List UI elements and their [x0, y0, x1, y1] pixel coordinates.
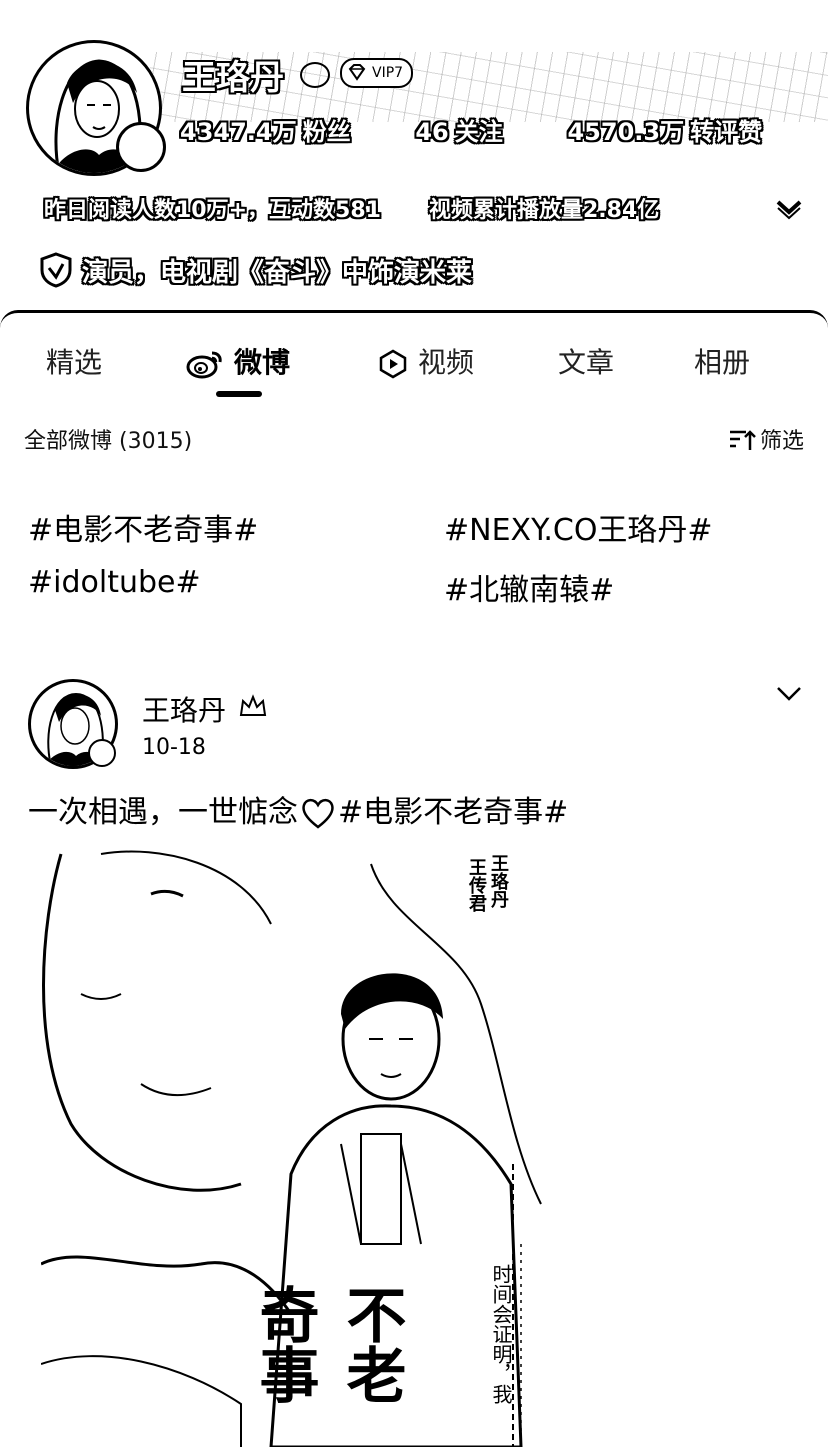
- following-count[interactable]: 46: [415, 118, 448, 146]
- reposts-count[interactable]: 4570.3万: [567, 118, 684, 146]
- tab-album[interactable]: 相册: [694, 341, 750, 381]
- tab-video[interactable]: 视频: [378, 341, 474, 381]
- post-author-name[interactable]: 王珞丹: [142, 689, 226, 729]
- topic-link[interactable]: #NEXY.CO王珞丹#: [444, 505, 713, 549]
- followers-label: 粉丝: [302, 118, 351, 146]
- tab-label: 文章: [558, 346, 615, 379]
- vip-badge[interactable]: VIP7: [340, 58, 414, 88]
- profile-info-line: 昨日阅读人数10万+，互动数581 视频累计播放量2.84亿: [44, 192, 659, 224]
- post-text-main: 一次相遇，一世惦念: [28, 795, 298, 830]
- poster-caption: 时间会证明，我: [489, 1264, 513, 1404]
- post-text: 一次相遇，一世惦念 #电影不老奇事#: [28, 787, 568, 831]
- verified-badge-icon: [116, 122, 166, 172]
- active-tab-indicator: [216, 391, 262, 397]
- filter-button[interactable]: 筛选: [728, 423, 804, 455]
- video-icon: [379, 349, 407, 379]
- topic-link[interactable]: #北辙南辕#: [444, 565, 614, 609]
- emoji-sticker-icon: [300, 62, 330, 88]
- read-info: 昨日阅读人数10万+，互动数581: [44, 198, 381, 223]
- shield-icon: [40, 252, 72, 288]
- post-topic-link[interactable]: #电影不老奇事#: [338, 795, 568, 830]
- poster-cast-names-2: 王传君: [466, 858, 487, 912]
- following-label: 关注: [454, 118, 503, 146]
- chevron-down-icon[interactable]: [774, 196, 804, 220]
- profile-tabs: 精选 微博 视频 文章 相册: [0, 313, 828, 409]
- certification-text: 演员，电视剧《奋斗》中饰演米莱: [82, 258, 473, 288]
- post-image[interactable]: 王珞丹 王传君 时间会证明，我 不老奇事: [40, 843, 544, 1448]
- content-sheet: 精选 微博 视频 文章 相册 全部微博 (3015) 筛选 #电影不老奇事# #…: [0, 310, 828, 1453]
- tab-label: 视频: [418, 346, 475, 379]
- profile-header: 王珞丹 VIP7 4347.4万 粉丝 46 关注 4570.3万 转评赞 昨日阅读人…: [0, 0, 828, 312]
- video-info: 视频累计播放量2.84亿: [428, 198, 660, 223]
- weibo-icon: [186, 351, 222, 379]
- poster-title: 不老奇事: [249, 1284, 406, 1404]
- diamond-icon: [348, 64, 366, 81]
- all-posts-label[interactable]: 全部微博 (3015): [24, 429, 192, 454]
- filter-icon: [729, 430, 756, 450]
- tab-label: 微博: [234, 346, 291, 379]
- vip-label: VIP7: [372, 65, 404, 81]
- tab-weibo[interactable]: 微博: [186, 341, 290, 381]
- feed-filter-row: 全部微博 (3015) 筛选: [24, 423, 804, 455]
- profile-stats: 4347.4万 粉丝 46 关注 4570.3万 转评赞: [180, 112, 768, 147]
- post-date: 10-18: [142, 735, 206, 760]
- heart-icon: [302, 798, 334, 829]
- filter-label: 筛选: [759, 429, 804, 454]
- reposts-label: 转评赞: [690, 118, 763, 146]
- topic-link[interactable]: #idoltube#: [28, 565, 201, 600]
- chevron-down-icon[interactable]: [776, 685, 802, 703]
- crown-icon: [239, 694, 267, 716]
- profile-name: 王珞丹: [182, 58, 284, 98]
- tab-articles[interactable]: 文章: [558, 341, 614, 381]
- tab-featured[interactable]: 精选: [46, 341, 102, 381]
- verified-badge-icon: [88, 739, 116, 767]
- followers-count[interactable]: 4347.4万: [180, 118, 297, 146]
- topic-link[interactable]: #电影不老奇事#: [28, 505, 258, 549]
- tab-label: 精选: [46, 346, 103, 379]
- tab-label: 相册: [694, 346, 751, 379]
